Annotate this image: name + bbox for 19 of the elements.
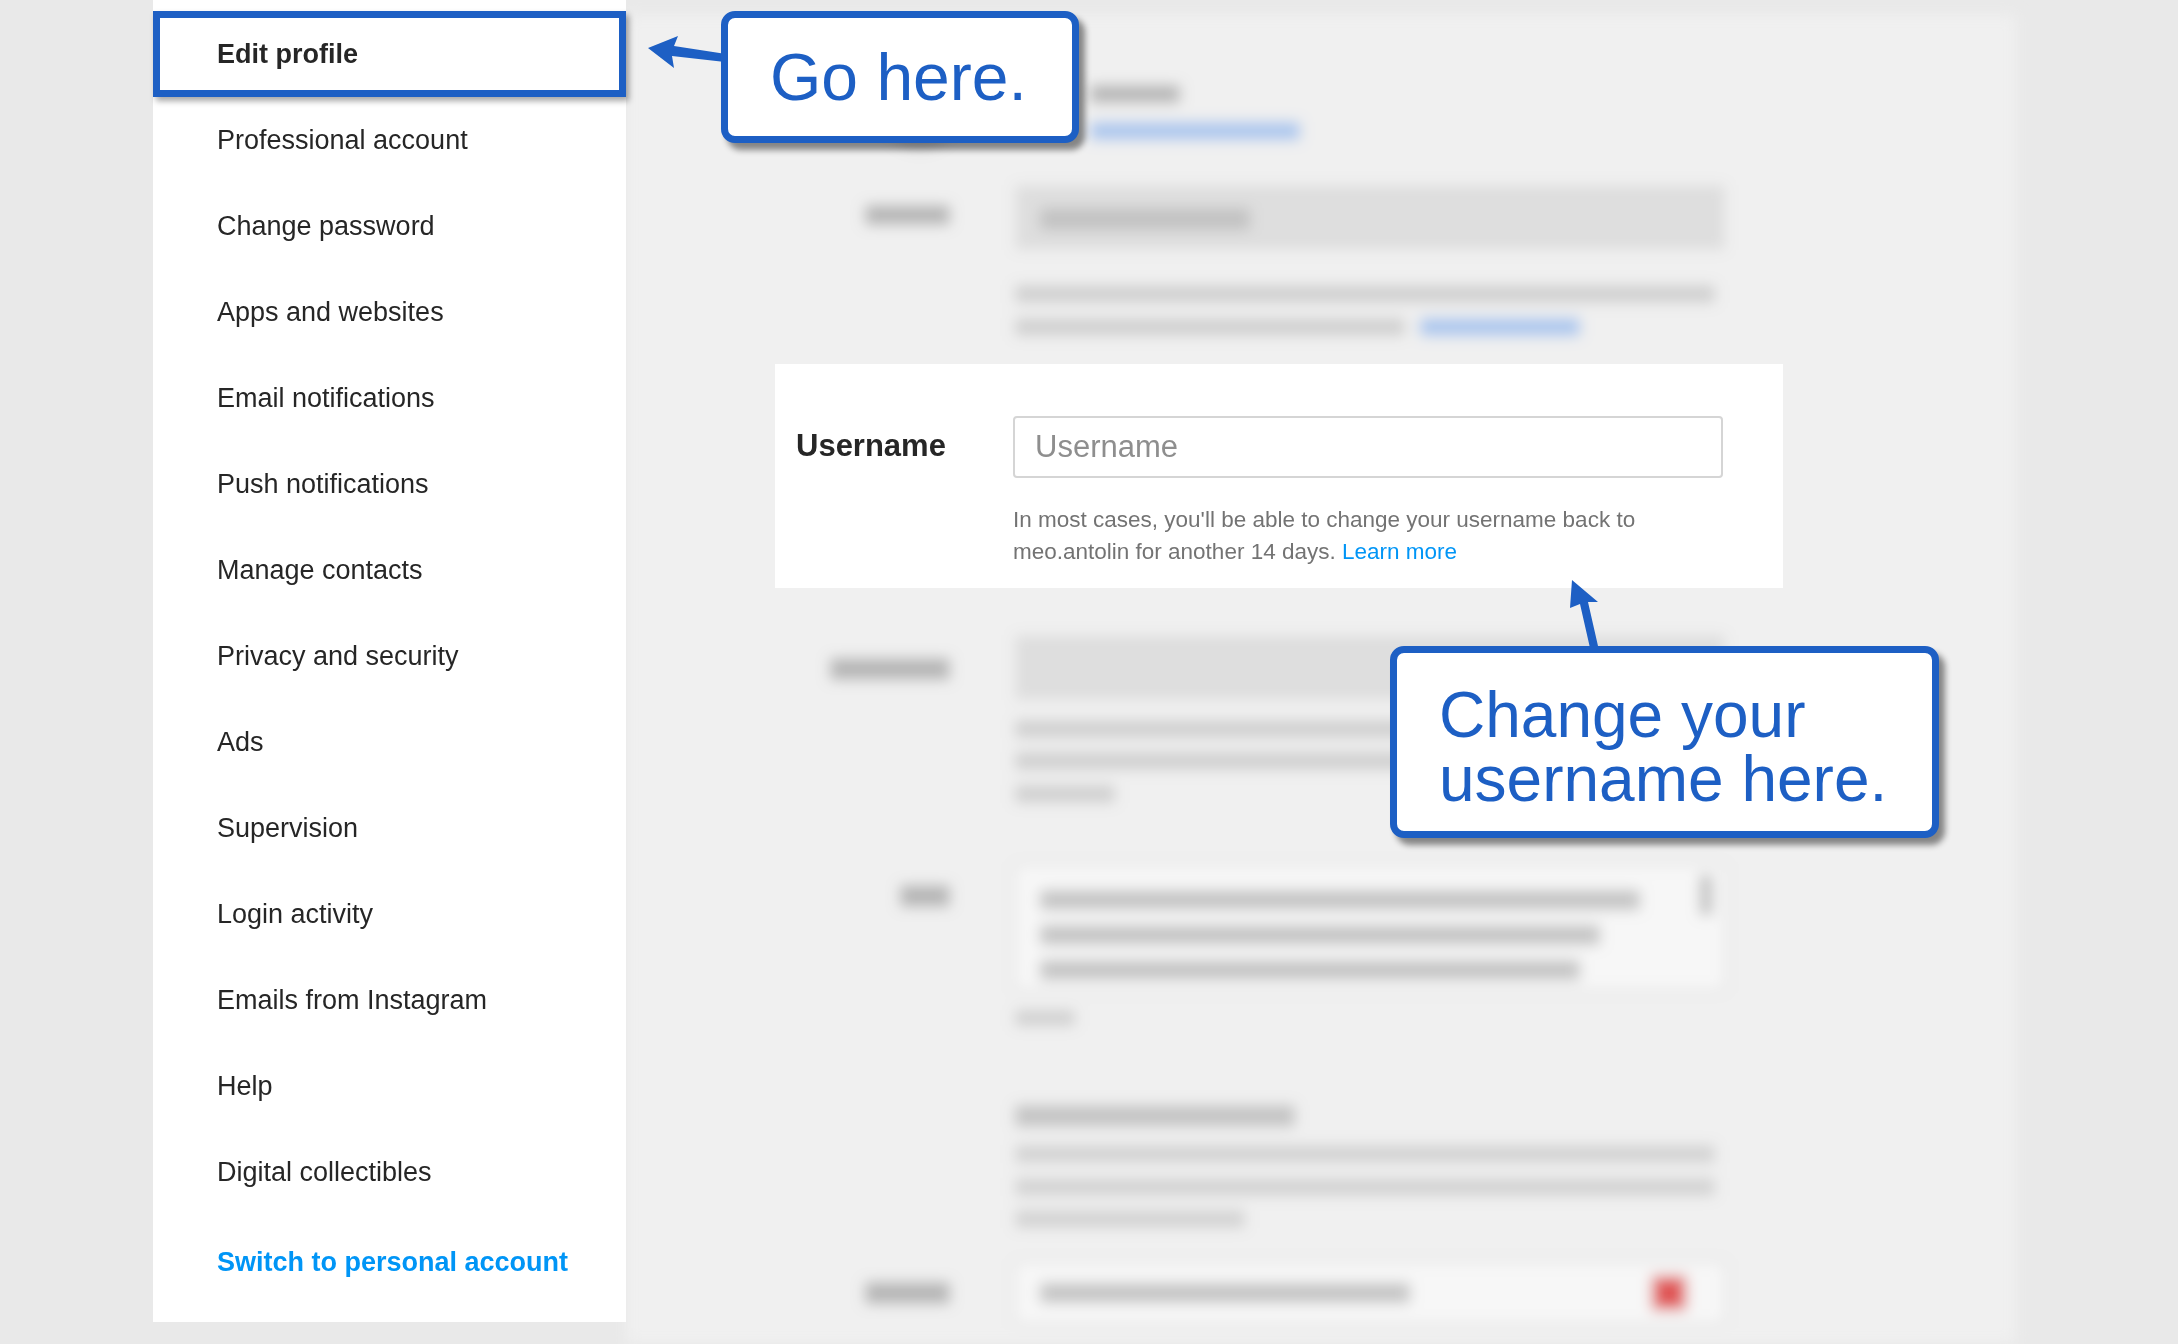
sidebar-item[interactable]: Emails from Instagram <box>153 957 626 1043</box>
sidebar-item[interactable]: Apps and websites <box>153 269 626 355</box>
sidebar-item[interactable]: Change password <box>153 183 626 269</box>
username-field[interactable]: Username <box>1013 416 1723 478</box>
sidebar-item[interactable]: Ads <box>153 699 626 785</box>
sidebar-item[interactable]: Email notifications <box>153 355 626 441</box>
callout-box: Go here. <box>721 11 1079 143</box>
sidebar-item[interactable]: Edit profile <box>153 11 626 97</box>
username-label: Username <box>796 428 947 464</box>
sidebar-item[interactable]: Digital collectibles <box>153 1129 626 1215</box>
callout-box: Change your username here. <box>1390 646 1939 838</box>
sidebar-item[interactable]: Privacy and security <box>153 613 626 699</box>
sidebar-item[interactable]: Login activity <box>153 871 626 957</box>
sidebar-item[interactable]: Supervision <box>153 785 626 871</box>
sidebar-item[interactable]: Manage contacts <box>153 527 626 613</box>
sidebar-item[interactable]: Push notifications <box>153 441 626 527</box>
sidebar-item[interactable]: Help <box>153 1043 626 1129</box>
username-help-text: In most cases, you'll be able to change your username back to meo.antolin for another 14 days. Learn more <box>1013 506 1637 566</box>
sidebar-item[interactable]: Professional account <box>153 97 626 183</box>
